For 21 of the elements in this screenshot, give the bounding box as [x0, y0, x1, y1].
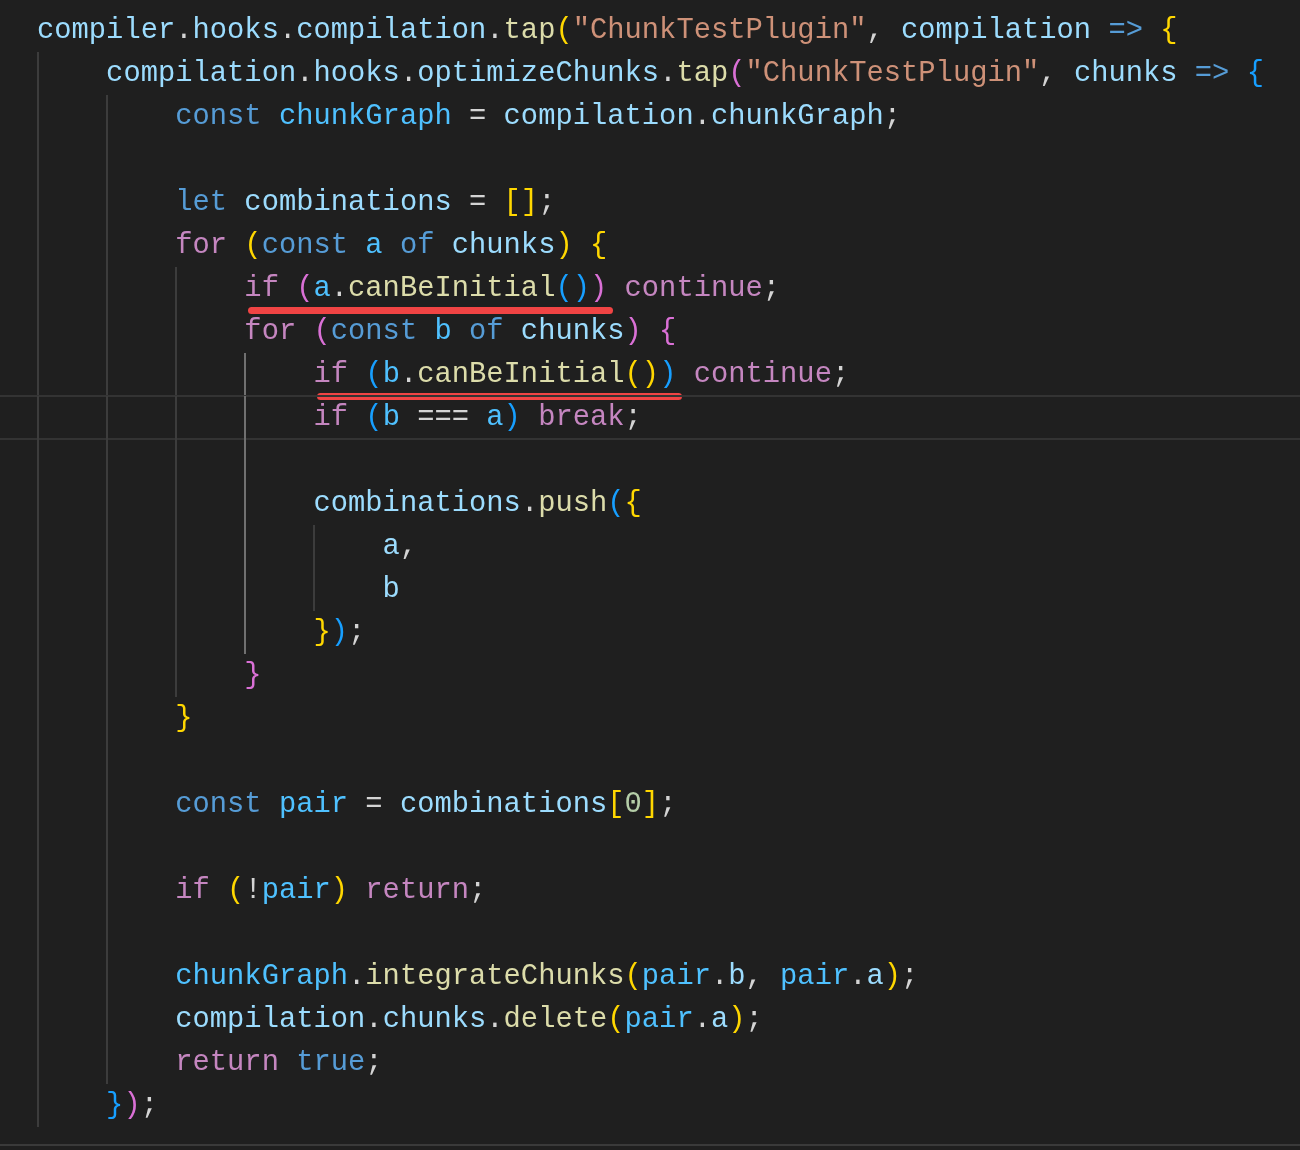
code-line: } [243, 659, 262, 692]
code-line: }); [312, 616, 366, 649]
code-line: chunkGraph.integrateChunks(pair.b, pair.a); [174, 960, 919, 993]
code-line: compilation.hooks.optimizeChunks.tap("ChunkTestPlugin", chunks => { [105, 57, 1264, 90]
code-line: b [381, 573, 400, 606]
code-line: if (!pair) return; [174, 874, 487, 907]
code-line: } [174, 702, 193, 735]
code-line: }); [105, 1089, 158, 1122]
code-line: for (const a of chunks) { [174, 229, 608, 262]
code-line: if (b.canBeInitial()) continue; [312, 358, 850, 391]
code-line: combinations.push({ [312, 487, 642, 520]
code-line: compiler.hooks.compilation.tap("ChunkTestPlugin", compilation => { [37, 14, 1178, 47]
code-line: if (a.canBeInitial()) continue; [243, 272, 781, 305]
code-line: const chunkGraph = compilation.chunkGraph; [174, 100, 902, 133]
code-line: const pair = combinations[0]; [174, 788, 677, 821]
code-line: return true; [174, 1046, 383, 1079]
code-line: a, [381, 530, 418, 563]
code-line: let combinations = []; [174, 186, 556, 219]
code-line: if (b === a) break; [312, 401, 642, 434]
code-line: compilation.chunks.delete(pair.a); [174, 1003, 763, 1036]
code-line: for (const b of chunks) { [243, 315, 677, 348]
